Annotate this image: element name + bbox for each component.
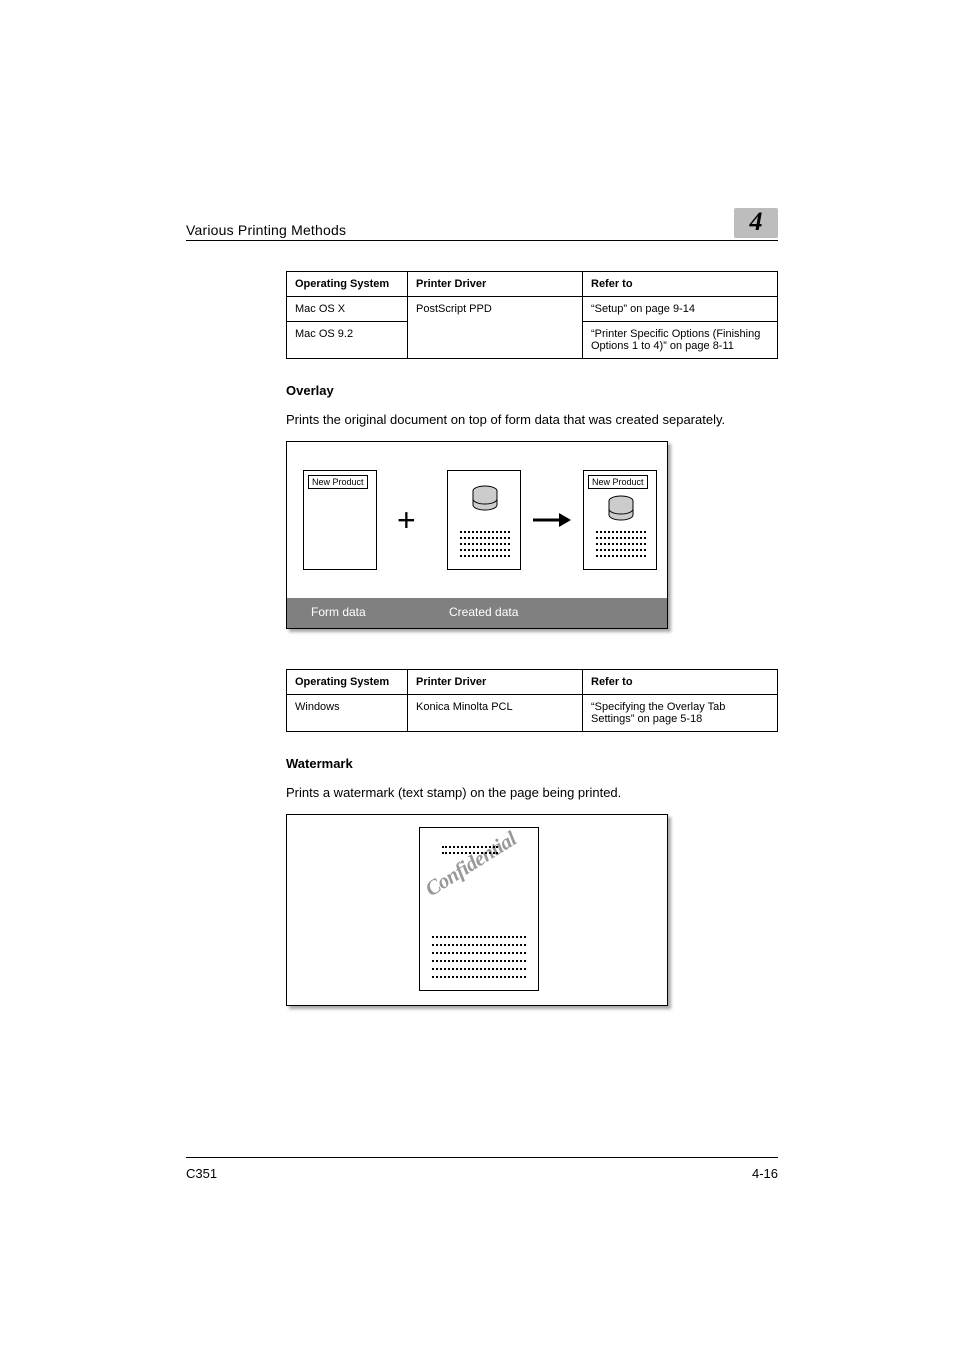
footer-left: C351 xyxy=(186,1166,217,1181)
windows-driver-table: Operating System Printer Driver Refer to… xyxy=(286,669,778,732)
overlay-heading: Overlay xyxy=(286,383,778,398)
chapter-number: 4 xyxy=(750,207,763,239)
page-header: Various Printing Methods 4 xyxy=(186,208,778,241)
table-row: Operating System Printer Driver Refer to xyxy=(287,669,778,694)
watermark-text: Confidential xyxy=(421,827,521,902)
td-os: Mac OS X xyxy=(287,297,408,322)
database-icon xyxy=(605,495,637,527)
chapter-box: 4 xyxy=(734,208,778,238)
watermark-desc: Prints a watermark (text stamp) on the p… xyxy=(286,785,778,802)
table-row: Windows Konica Minolta PCL “Specifying t… xyxy=(287,694,778,731)
td-driver: PostScript PPD xyxy=(408,297,583,359)
mac-driver-table: Operating System Printer Driver Refer to… xyxy=(286,271,778,359)
th-refer: Refer to xyxy=(583,669,778,694)
form-caption: Form data xyxy=(311,605,366,619)
plus-icon: + xyxy=(397,504,416,536)
td-os: Windows xyxy=(287,694,408,731)
created-caption: Created data xyxy=(449,605,518,619)
overlay-diagram: New Product + New Product xyxy=(286,441,668,629)
th-refer: Refer to xyxy=(583,272,778,297)
text-lines-icon xyxy=(596,529,646,559)
td-driver: Konica Minolta PCL xyxy=(408,694,583,731)
new-product-label: New Product xyxy=(308,475,368,489)
th-os: Operating System xyxy=(287,669,408,694)
table-row: Operating System Printer Driver Refer to xyxy=(287,272,778,297)
td-refer: “Specifying the Overlay Tab Settings” on… xyxy=(583,694,778,731)
new-product-label: New Product xyxy=(588,475,648,489)
page-footer: C351 4-16 xyxy=(186,1157,778,1181)
diagram-captions: Form data Created data xyxy=(287,598,667,628)
td-refer: “Printer Specific Options (Finishing Opt… xyxy=(583,322,778,359)
td-refer: “Setup” on page 9-14 xyxy=(583,297,778,322)
td-os: Mac OS 9.2 xyxy=(287,322,408,359)
text-lines-icon xyxy=(432,932,526,980)
th-driver: Printer Driver xyxy=(408,669,583,694)
watermarked-page-icon: Confidential xyxy=(419,827,539,991)
th-os: Operating System xyxy=(287,272,408,297)
header-title: Various Printing Methods xyxy=(186,222,346,238)
footer-right: 4-16 xyxy=(752,1166,778,1181)
watermark-heading: Watermark xyxy=(286,756,778,771)
arrow-right-icon xyxy=(533,512,571,528)
watermark-diagram: Confidential xyxy=(286,814,668,1006)
form-page-icon: New Product xyxy=(303,470,377,570)
text-lines-icon xyxy=(460,529,510,559)
database-icon xyxy=(469,485,501,517)
created-page-icon xyxy=(447,470,521,570)
result-page-icon: New Product xyxy=(583,470,657,570)
th-driver: Printer Driver xyxy=(408,272,583,297)
overlay-desc: Prints the original document on top of f… xyxy=(286,412,778,429)
table-row: Mac OS X PostScript PPD “Setup” on page … xyxy=(287,297,778,322)
